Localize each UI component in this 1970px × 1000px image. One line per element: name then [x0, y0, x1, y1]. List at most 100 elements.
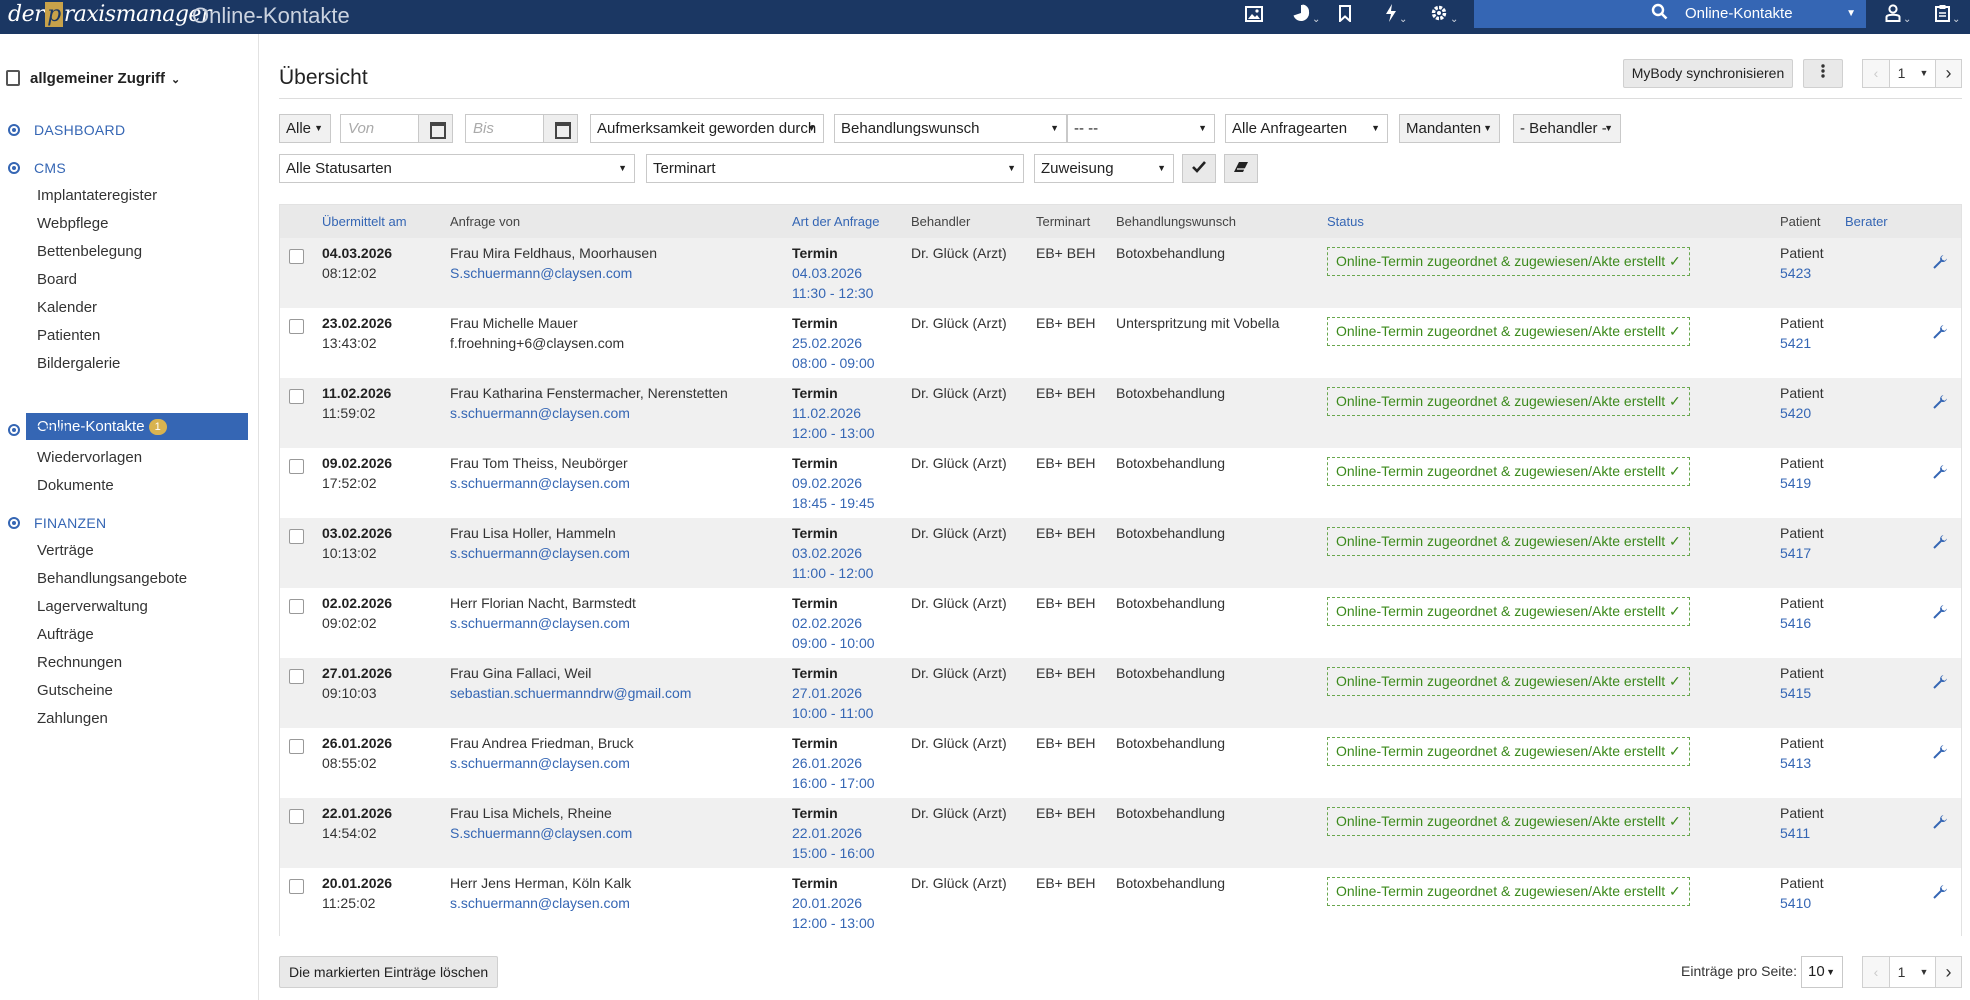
- patient-id-link[interactable]: 5411: [1780, 823, 1824, 843]
- more-options-button[interactable]: [1803, 59, 1843, 88]
- col-uebermittelt[interactable]: Übermittelt am: [322, 214, 407, 229]
- page-select[interactable]: 1: [1889, 60, 1913, 87]
- status-badge[interactable]: Online-Termin zugeordnet & zugewiesen/Ak…: [1327, 597, 1690, 626]
- status-badge[interactable]: Online-Termin zugeordnet & zugewiesen/Ak…: [1327, 317, 1690, 346]
- page-select[interactable]: 1: [1889, 957, 1913, 987]
- row-checkbox[interactable]: [289, 739, 304, 754]
- filter-terminart[interactable]: Terminart ▼: [646, 154, 1024, 183]
- requester-email[interactable]: s.schuermann@claysen.com: [450, 403, 728, 423]
- caret-down-icon[interactable]: ▼: [1913, 957, 1935, 987]
- appointment-date[interactable]: 09.02.2026: [792, 473, 875, 493]
- row-checkbox[interactable]: [289, 879, 304, 894]
- sidebar-item-wiedervorlagen[interactable]: Wiedervorlagen: [37, 449, 142, 466]
- wrench-icon[interactable]: [1932, 254, 1948, 275]
- filter-date-from[interactable]: Von: [340, 114, 453, 143]
- wrench-icon[interactable]: [1932, 534, 1948, 555]
- status-badge[interactable]: Online-Termin zugeordnet & zugewiesen/Ak…: [1327, 457, 1690, 486]
- status-badge[interactable]: Online-Termin zugeordnet & zugewiesen/Ak…: [1327, 667, 1690, 696]
- wrench-icon[interactable]: [1932, 884, 1948, 905]
- status-badge[interactable]: Online-Termin zugeordnet & zugewiesen/Ak…: [1327, 527, 1690, 556]
- filter-dash[interactable]: -- -- ▼: [1067, 114, 1215, 143]
- filter-zuweisung[interactable]: Zuweisung ▼: [1034, 154, 1174, 183]
- patient-id-link[interactable]: 5423: [1780, 263, 1824, 283]
- next-page-icon[interactable]: ›: [1935, 957, 1961, 987]
- image-icon[interactable]: [1245, 4, 1263, 30]
- caret-down-icon[interactable]: ▼: [1913, 60, 1935, 87]
- col-status[interactable]: Status: [1327, 214, 1364, 229]
- mybody-sync-button[interactable]: MyBody synchronisieren: [1623, 59, 1793, 88]
- patient-id-link[interactable]: 5419: [1780, 473, 1824, 493]
- access-selector[interactable]: allgemeiner Zugriff ⌄: [6, 70, 180, 87]
- filter-mandanten[interactable]: Mandanten ▼: [1399, 114, 1500, 143]
- wrench-icon[interactable]: [1932, 674, 1948, 695]
- table-row[interactable]: 23.02.2026 13:43:02 Frau Michelle Mauer f.f…: [280, 308, 1961, 378]
- row-checkbox[interactable]: [289, 809, 304, 824]
- sidebar-item-patienten[interactable]: Patienten: [37, 327, 100, 344]
- user-icon[interactable]: ⌄: [1885, 4, 1911, 30]
- table-row[interactable]: 11.02.2026 11:59:02 Frau Katharina Fenster…: [280, 378, 1961, 448]
- status-badge[interactable]: Online-Termin zugeordnet & zugewiesen/Ak…: [1327, 737, 1690, 766]
- appointment-time[interactable]: 09:00 - 10:00: [792, 633, 875, 653]
- patient-id-link[interactable]: 5421: [1780, 333, 1824, 353]
- patient-id-link[interactable]: 5413: [1780, 753, 1824, 773]
- sidebar-item-gutscheine[interactable]: Gutscheine: [37, 682, 113, 699]
- row-checkbox[interactable]: [289, 599, 304, 614]
- row-checkbox[interactable]: [289, 319, 304, 334]
- appointment-time[interactable]: 11:00 - 12:00: [792, 563, 873, 583]
- clipboard-icon[interactable]: ⌄: [1935, 4, 1960, 30]
- appointment-date[interactable]: 02.02.2026: [792, 613, 875, 633]
- sidebar-item-bettenbelegung[interactable]: Bettenbelegung: [37, 243, 142, 260]
- col-art[interactable]: Art der Anfrage: [792, 214, 879, 229]
- table-row[interactable]: 03.02.2026 10:13:02 Frau Lisa Holler, Hamm…: [280, 518, 1961, 588]
- patient-id-link[interactable]: 5420: [1780, 403, 1824, 423]
- prev-page-icon[interactable]: ‹: [1863, 957, 1889, 987]
- appointment-time[interactable]: 08:00 - 09:00: [792, 353, 875, 373]
- requester-email[interactable]: s.schuermann@claysen.com: [450, 473, 630, 493]
- filter-statusarten[interactable]: Alle Statusarten ▼: [279, 154, 635, 183]
- requester-email[interactable]: s.schuermann@claysen.com: [450, 543, 630, 563]
- appointment-time[interactable]: 12:00 - 13:00: [792, 913, 875, 933]
- table-row[interactable]: 27.01.2026 09:10:03 Frau Gina Fallaci, Wei…: [280, 658, 1961, 728]
- filter-behandlungswunsch[interactable]: Behandlungswunsch ▼: [834, 114, 1067, 143]
- sidebar-section-cms[interactable]: CMS: [8, 160, 66, 176]
- patient-id-link[interactable]: 5410: [1780, 893, 1824, 913]
- table-row[interactable]: 09.02.2026 17:52:02 Frau Tom Theiss, Neubö…: [280, 448, 1961, 518]
- table-row[interactable]: 22.01.2026 14:54:02 Frau Lisa Michels, Rhe…: [280, 798, 1961, 868]
- row-checkbox[interactable]: [289, 669, 304, 684]
- status-badge[interactable]: Online-Termin zugeordnet & zugewiesen/Ak…: [1327, 247, 1690, 276]
- sidebar-item-behandlungsangebote[interactable]: Behandlungsangebote: [37, 570, 187, 587]
- requester-email[interactable]: S.schuermann@claysen.com: [450, 823, 632, 843]
- table-row[interactable]: 04.03.2026 08:12:02 Frau Mira Feldhaus, Mo…: [280, 238, 1961, 308]
- sidebar-item-kalender[interactable]: Kalender: [37, 299, 97, 316]
- filter-date-to[interactable]: Bis: [465, 114, 578, 143]
- col-berater[interactable]: Berater: [1845, 214, 1888, 229]
- status-badge[interactable]: Online-Termin zugeordnet & zugewiesen/Ak…: [1327, 387, 1690, 416]
- row-checkbox[interactable]: [289, 529, 304, 544]
- sidebar-item-vertraege[interactable]: Verträge: [37, 542, 94, 559]
- wrench-icon[interactable]: [1932, 394, 1948, 415]
- sidebar-item-implantateregister[interactable]: Implantateregister: [37, 187, 157, 204]
- sidebar-item-lagerverwaltung[interactable]: Lagerverwaltung: [37, 598, 148, 615]
- appointment-time[interactable]: 10:00 - 11:00: [792, 703, 873, 723]
- sidebar-item-webpflege[interactable]: Webpflege: [37, 215, 108, 232]
- gear-icon[interactable]: ⌄: [1430, 4, 1458, 30]
- appointment-date[interactable]: 25.02.2026: [792, 333, 875, 353]
- chart-icon[interactable]: ⌄: [1292, 4, 1320, 30]
- calendar-icon[interactable]: [543, 115, 577, 142]
- requester-email[interactable]: s.schuermann@claysen.com: [450, 893, 631, 913]
- sidebar-item-rechnungen[interactable]: Rechnungen: [37, 654, 122, 671]
- search-input[interactable]: [1474, 0, 1676, 28]
- table-row[interactable]: 20.01.2026 11:25:02 Herr Jens Herman, Köln…: [280, 868, 1961, 938]
- sidebar-item-bildergalerie[interactable]: Bildergalerie: [37, 355, 120, 372]
- appointment-date[interactable]: 03.02.2026: [792, 543, 873, 563]
- next-page-icon[interactable]: ›: [1935, 60, 1961, 87]
- status-badge[interactable]: Online-Termin zugeordnet & zugewiesen/Ak…: [1327, 877, 1690, 906]
- wrench-icon[interactable]: [1932, 604, 1948, 625]
- appointment-time[interactable]: 16:00 - 17:00: [792, 773, 875, 793]
- reset-filter-button[interactable]: [1224, 154, 1258, 183]
- sidebar-section-finanzen[interactable]: FINANZEN: [8, 515, 106, 531]
- filter-alle[interactable]: Alle ▼: [279, 114, 331, 143]
- sidebar-item-dokumente[interactable]: Dokumente: [37, 477, 114, 494]
- wrench-icon[interactable]: [1932, 814, 1948, 835]
- appointment-date[interactable]: 22.01.2026: [792, 823, 875, 843]
